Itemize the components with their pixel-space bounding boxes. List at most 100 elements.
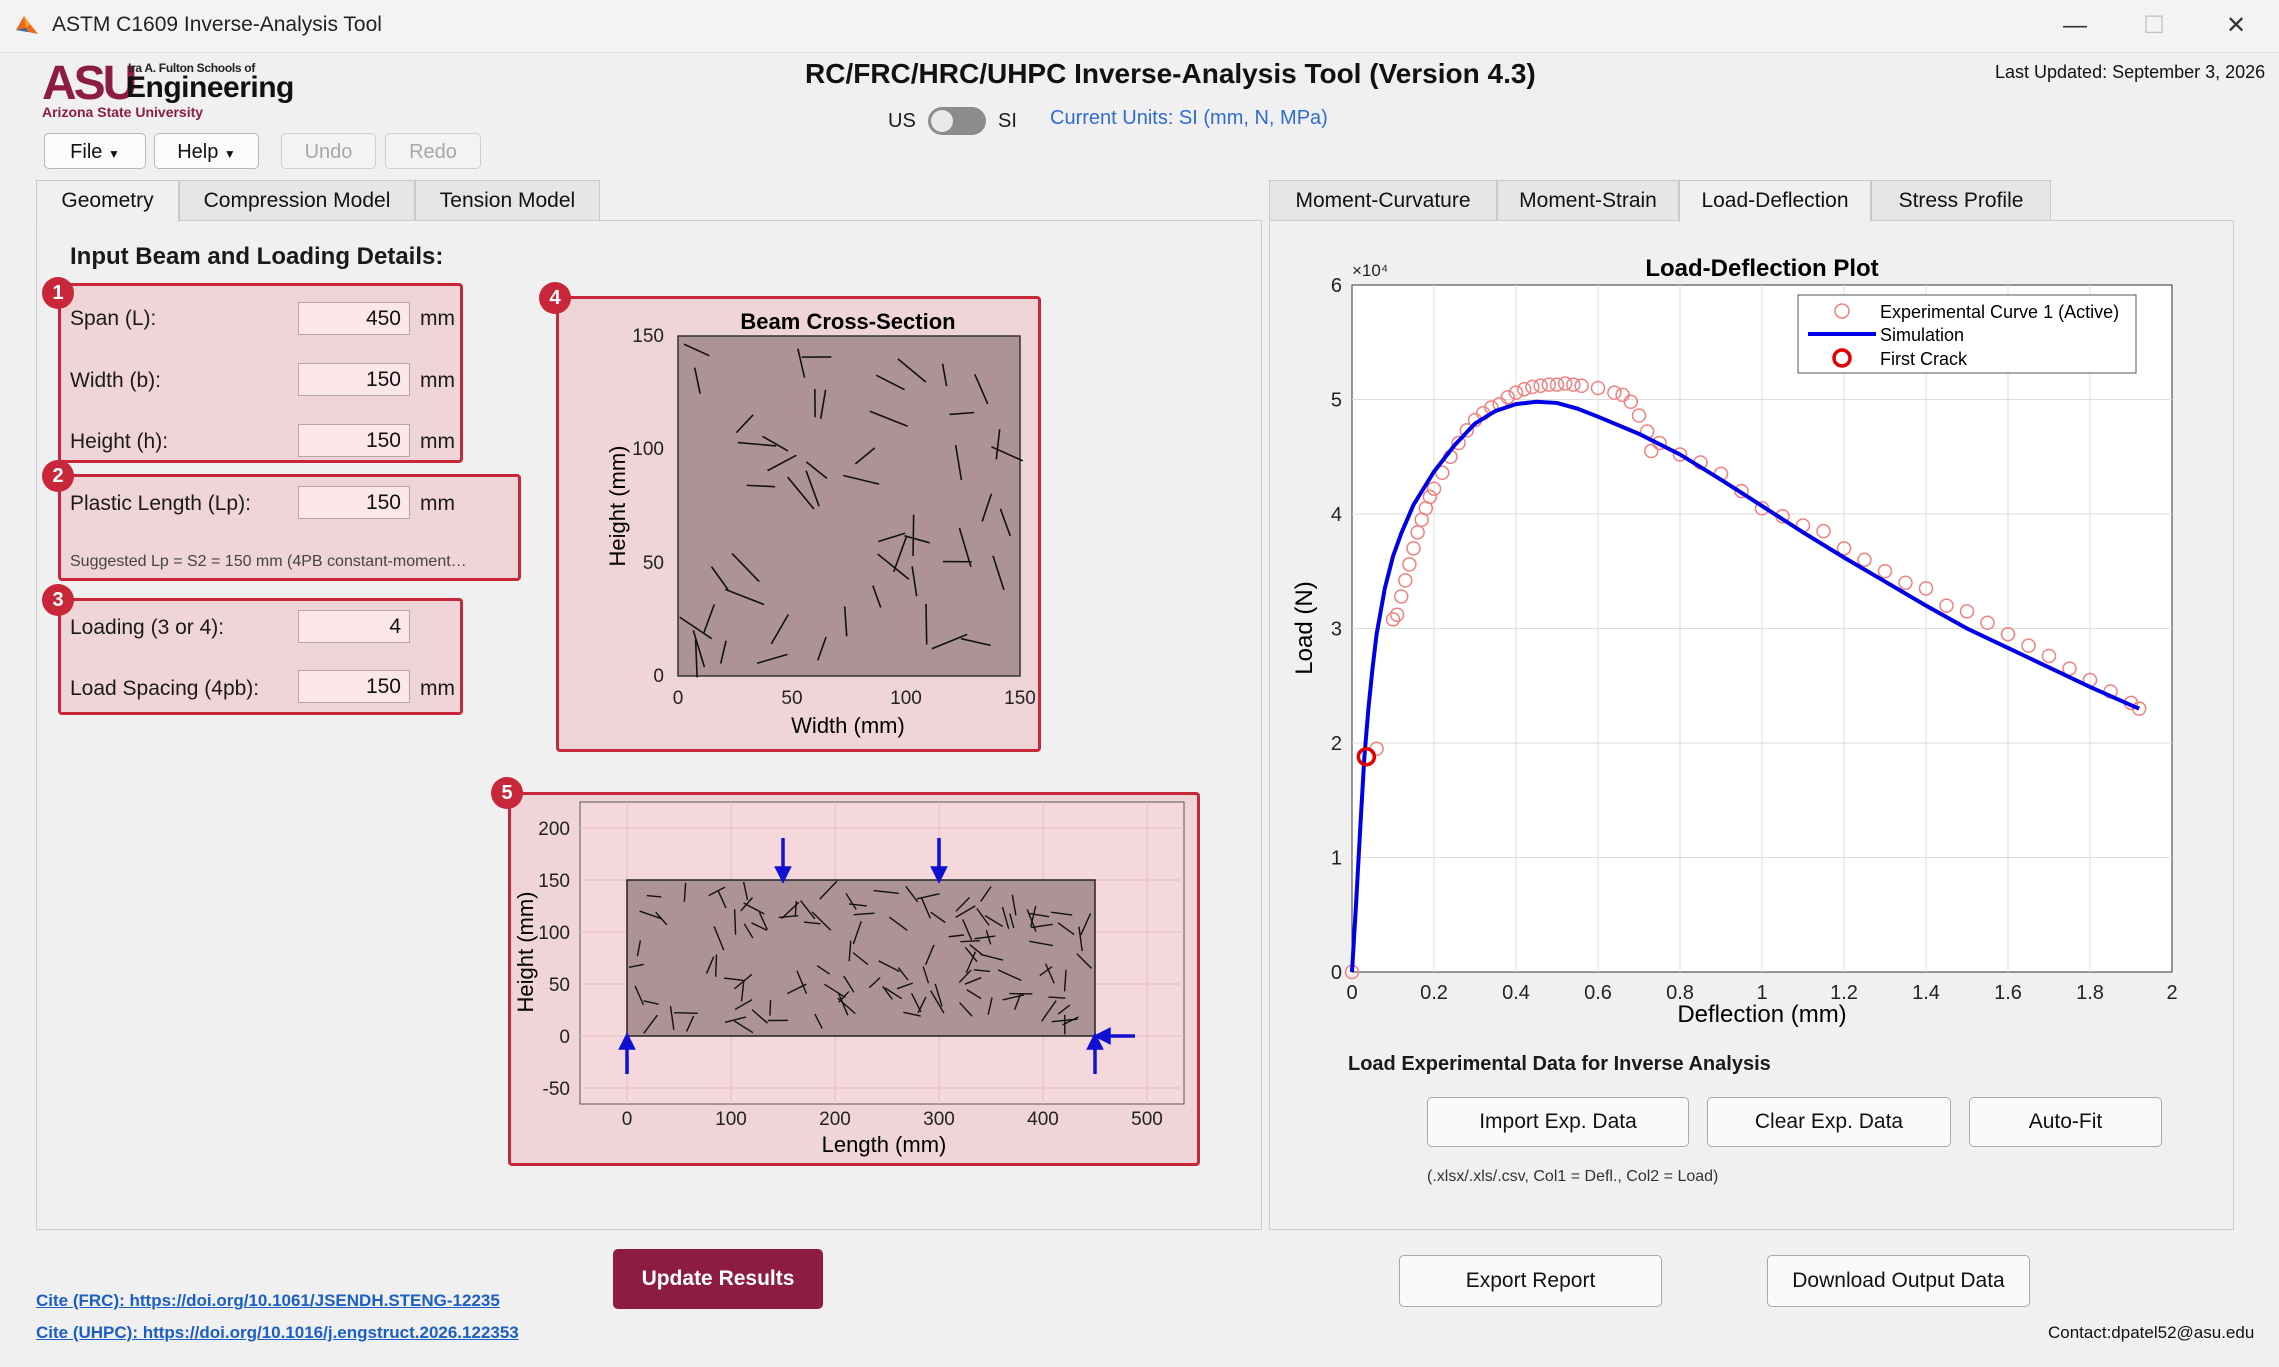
contact-email: Contact:dpatel52@asu.edu — [2048, 1323, 2255, 1342]
cs-xtick-50: 50 — [781, 688, 802, 709]
cs-ytick-150: 150 — [632, 326, 664, 347]
last-updated: Last Updated: September 3, 2026 — [1995, 62, 2266, 82]
beam-rect — [626, 879, 1096, 1037]
loading-label: Loading (3 or 4): — [70, 616, 225, 639]
legend-crack-label: First Crack — [1880, 349, 1968, 369]
cs-ytick-50: 50 — [643, 553, 664, 574]
export-report-button[interactable]: Export Report — [1399, 1255, 1662, 1307]
el-ytick-0: 0 — [559, 1027, 570, 1048]
height-input[interactable]: 150 — [298, 424, 410, 457]
tab-load-deflection[interactable]: Load-Deflection — [1679, 180, 1871, 222]
app-title: RC/FRC/HRC/UHPC Inverse-Analysis Tool (V… — [805, 58, 1536, 89]
plastic-length-input[interactable]: 150 — [298, 486, 410, 519]
fiber — [769, 1000, 772, 1016]
elevation-xlabel: Length (mm) — [822, 1132, 947, 1157]
auto-fit-button[interactable]: Auto-Fit — [1969, 1097, 2162, 1147]
logo-engineering-text: Engineering — [126, 71, 294, 104]
xtick-label: 1.4 — [1912, 982, 1940, 1004]
chart-ylabel: Load (N) — [1291, 581, 1318, 674]
cite-frc-link[interactable]: Cite (FRC): https://doi.org/10.1061/JSEN… — [36, 1291, 500, 1311]
cross-section-title: Beam Cross-Section — [740, 309, 955, 334]
chart-legend: Experimental Curve 1 (Active) Simulation… — [1797, 294, 2137, 374]
height-label: Height (h): — [70, 430, 169, 453]
plastic-length-label: Plastic Length (Lp): — [70, 492, 251, 515]
geometry-heading: Input Beam and Loading Details: — [70, 243, 444, 270]
load-deflection-chart: 0 0.2 0.4 0.6 0.8 1 1.2 1.4 1.6 1.8 2 0123456 ×10⁴… — [1291, 255, 2178, 1028]
cite-uhpc-link[interactable]: Cite (UHPC): https://doi.org/10.1016/j.e… — [36, 1323, 519, 1343]
ytick-label: 6 — [1331, 275, 1342, 297]
cs-xtick-100: 100 — [890, 688, 922, 709]
units-toggle-switch[interactable] — [928, 107, 986, 135]
xtick-label: 0.2 — [1420, 982, 1448, 1004]
load-exp-heading: Load Experimental Data for Inverse Analy… — [1348, 1053, 1771, 1075]
clear-exp-data-button[interactable]: Clear Exp. Data — [1707, 1097, 1951, 1147]
fiber — [925, 603, 928, 645]
load-spacing-input[interactable]: 150 — [298, 670, 410, 703]
fiber — [674, 1011, 698, 1015]
file-menu-button[interactable]: File ▼ — [44, 133, 146, 169]
beam-elevation-plot: 200 150 100 50 0 -50 0 100 200 300 400 5… — [513, 801, 1185, 1157]
cs-xtick-0: 0 — [673, 688, 684, 709]
loading-input[interactable]: 4 — [298, 610, 410, 643]
logo-university-text: Arizona State University — [42, 104, 204, 120]
plastic-length-hint: Suggested Lp = S2 = 150 mm (4PB constant… — [70, 553, 467, 570]
tab-moment-curvature[interactable]: Moment-Curvature — [1269, 180, 1497, 220]
dropdown-arrow-icon: ▼ — [107, 147, 120, 161]
el-ytick-50: 50 — [549, 975, 570, 996]
update-results-button[interactable]: Update Results — [613, 1249, 823, 1309]
el-ytick-200: 200 — [538, 819, 570, 840]
left-tab-bar: Geometry Compression Model Tension Model — [36, 180, 1260, 222]
window-title: ASTM C1609 Inverse-Analysis Tool — [52, 13, 382, 36]
badge-2: 2 — [42, 460, 74, 492]
width-label: Width (b): — [70, 369, 162, 392]
xtick-label: 1.6 — [1994, 982, 2022, 1004]
load-spacing-unit: mm — [420, 677, 455, 700]
el-xtick-200: 200 — [819, 1109, 851, 1130]
tab-tension-model[interactable]: Tension Model — [415, 180, 600, 220]
fiber — [912, 514, 915, 556]
download-output-button[interactable]: Download Output Data — [1767, 1255, 2030, 1307]
width-input[interactable]: 150 — [298, 363, 410, 396]
import-exp-data-button[interactable]: Import Exp. Data — [1427, 1097, 1689, 1147]
tab-moment-strain[interactable]: Moment-Strain — [1497, 180, 1679, 220]
el-ytick-neg50: -50 — [543, 1079, 570, 1100]
legend-exp-label: Experimental Curve 1 (Active) — [1880, 302, 2119, 322]
el-xtick-0: 0 — [622, 1109, 633, 1130]
xtick-label: 0.6 — [1584, 982, 1612, 1004]
xtick-label: 0.4 — [1502, 982, 1530, 1004]
redo-button[interactable]: Redo — [385, 133, 481, 169]
y-multiplier: ×10⁴ — [1352, 261, 1388, 280]
units-us-label: US — [888, 110, 916, 132]
undo-button[interactable]: Undo — [281, 133, 376, 169]
cross-section-plot: Beam Cross-Section 0 50 100 150 0 50 100… — [605, 309, 1036, 738]
tab-geometry[interactable]: Geometry — [36, 180, 179, 222]
el-xtick-400: 400 — [1027, 1109, 1059, 1130]
ytick-label: 1 — [1331, 848, 1342, 870]
title-bar: ASTM C1609 Inverse-Analysis Tool — ☐ ✕ — [0, 0, 2279, 53]
minimize-icon[interactable]: — — [2045, 10, 2105, 42]
ytick-label: 3 — [1331, 619, 1342, 641]
help-menu-button[interactable]: Help ▼ — [154, 133, 259, 169]
span-input[interactable]: 450 — [298, 302, 410, 335]
ytick-label: 2 — [1331, 733, 1342, 755]
el-xtick-300: 300 — [923, 1109, 955, 1130]
fiber — [714, 954, 718, 977]
tab-compression-model[interactable]: Compression Model — [179, 180, 415, 220]
elevation-ylabel: Height (mm) — [513, 891, 538, 1012]
el-xtick-500: 500 — [1131, 1109, 1163, 1130]
el-xtick-100: 100 — [715, 1109, 747, 1130]
el-ytick-100: 100 — [538, 923, 570, 944]
xtick-label: 1.8 — [2076, 982, 2104, 1004]
cs-ytick-100: 100 — [632, 439, 664, 460]
ytick-label: 0 — [1331, 962, 1342, 984]
width-unit: mm — [420, 369, 455, 392]
asu-logo: ASU — [42, 57, 137, 110]
badge-3: 3 — [42, 584, 74, 616]
cs-xtick-150: 150 — [1004, 688, 1036, 709]
cs-ytick-0: 0 — [653, 666, 664, 687]
help-label: Help — [177, 141, 219, 163]
badge-1: 1 — [42, 277, 74, 309]
maximize-icon[interactable]: ☐ — [2124, 10, 2184, 42]
close-icon[interactable]: ✕ — [2206, 10, 2266, 42]
tab-stress-profile[interactable]: Stress Profile — [1871, 180, 2051, 220]
